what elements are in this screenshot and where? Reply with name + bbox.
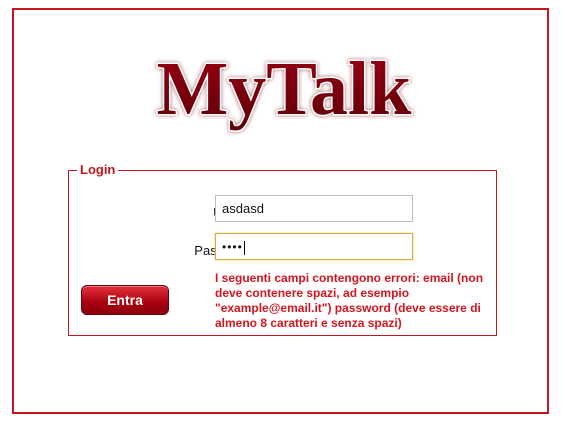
- password-input[interactable]: ••••: [215, 233, 413, 260]
- login-form: Login Utente: asdasd Password: •••• Entr…: [68, 162, 497, 336]
- password-mask: ••••: [222, 240, 243, 255]
- validation-error-message: I seguenti campi contengono errori: emai…: [215, 271, 484, 330]
- login-legend: Login: [77, 162, 119, 178]
- page-frame: MyTalk Login Utente: asdasd Password: ••…: [12, 8, 549, 414]
- submit-button[interactable]: Entra: [81, 285, 169, 315]
- text-caret: [243, 240, 245, 255]
- svg-text:MyTalk: MyTalk: [157, 47, 413, 131]
- username-value: asdasd: [222, 201, 264, 216]
- mytalk-logo: MyTalk: [155, 46, 414, 133]
- username-input[interactable]: asdasd: [215, 195, 413, 222]
